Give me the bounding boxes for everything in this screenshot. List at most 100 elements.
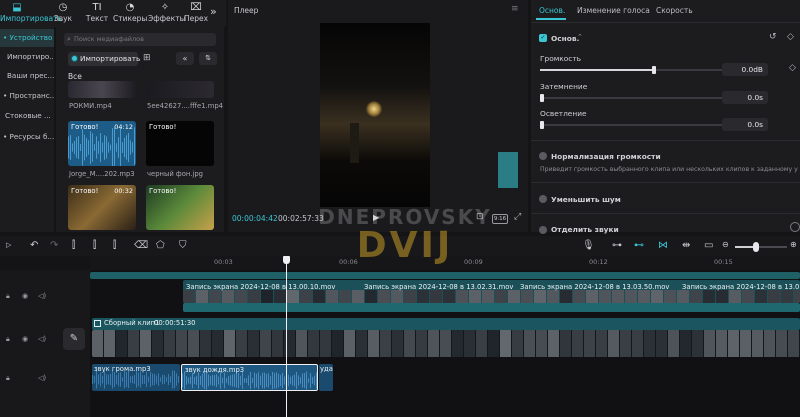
auto-snap-icon[interactable]: ⋈	[658, 240, 668, 251]
compound-clip-frames[interactable]	[92, 330, 800, 357]
fadeout-slider[interactable]	[540, 124, 737, 126]
wave-bar	[96, 370, 97, 389]
pointer-tool-icon[interactable]: ▷	[6, 241, 11, 249]
tab-import[interactable]: ⬓ Импортировать	[0, 2, 62, 23]
fadeout-value[interactable]: 0.0s	[722, 118, 768, 131]
zoom-knob[interactable]	[753, 242, 759, 252]
cover-edit-button[interactable]: ✎	[63, 328, 85, 350]
help-icon[interactable]	[790, 222, 800, 232]
tab-stickers[interactable]: ◔ Стикеры	[113, 2, 147, 23]
wave-bar	[264, 372, 265, 389]
media-thumb[interactable]	[68, 81, 136, 98]
fadein-value[interactable]: 0.0s	[722, 91, 768, 104]
eye-icon[interactable]: ◉	[22, 292, 28, 300]
fadein-knob[interactable]	[540, 94, 544, 102]
mute-icon[interactable]: ◁)	[38, 335, 46, 343]
tab-text[interactable]: TI Текст	[80, 2, 114, 23]
zoom-slider[interactable]	[735, 246, 787, 248]
sidebar-item-device[interactable]: • Устройство	[0, 29, 54, 47]
media-thumb-audio[interactable]: Готово! 04:12	[68, 121, 136, 166]
lock-icon[interactable]: 🔒︎	[6, 374, 10, 383]
tab-sound[interactable]: ◷ Звук	[46, 2, 80, 23]
sidebar-item-stock[interactable]: Стоковые ...	[0, 107, 54, 125]
fadeout-knob[interactable]	[540, 121, 544, 129]
mark-icon[interactable]: ⬠	[156, 240, 165, 251]
undo-icon[interactable]: ↶	[30, 240, 38, 251]
play-button[interactable]: ▶	[373, 213, 379, 222]
collapse-button[interactable]: «	[176, 52, 194, 65]
fadein-slider[interactable]	[540, 97, 737, 99]
more-tabs-button[interactable]: »	[210, 5, 217, 18]
lock-icon[interactable]: 🔒︎	[6, 292, 10, 301]
sidebar-item-resources[interactable]: • Ресурсы б...	[0, 128, 54, 146]
link-icon[interactable]: ⊶	[612, 240, 622, 251]
volume-slider[interactable]	[540, 69, 737, 71]
grid-view-icon[interactable]: ⊞	[143, 53, 151, 63]
aspect-ratio-button[interactable]: 9:16	[492, 214, 508, 224]
wave-bar	[276, 372, 277, 389]
split-icon[interactable]: ⫿	[72, 240, 75, 251]
chevron-up-icon[interactable]: ⌃	[577, 33, 583, 41]
frame-thumb	[742, 290, 754, 303]
normalize-toggle[interactable]	[539, 152, 547, 160]
delete-icon[interactable]: ⌫	[134, 240, 148, 251]
playhead-handle[interactable]	[283, 256, 290, 264]
keyframe-icon[interactable]: ◇	[787, 32, 794, 42]
sidebar-item-imported[interactable]: Импортиро...	[0, 48, 54, 66]
compound-frames	[92, 330, 799, 357]
denoise-toggle[interactable]	[539, 195, 547, 203]
mute-icon[interactable]: ◁)	[38, 374, 46, 382]
lock-icon[interactable]: 🔒︎	[6, 335, 10, 344]
media-thumb[interactable]	[146, 81, 214, 98]
basic-checkbox[interactable]: ✓	[539, 34, 547, 42]
compound-clip-header[interactable]: Сборный клип1 00:00:51:30	[92, 318, 800, 330]
redo-icon[interactable]: ↷	[50, 240, 58, 251]
sidebar-item-space[interactable]: • Пространс...	[0, 87, 54, 105]
video-preview[interactable]	[320, 23, 430, 207]
media-thumb[interactable]: Готово! 00:32	[68, 185, 136, 230]
preview-axis-icon[interactable]: ⇹	[682, 240, 690, 251]
frame-thumb	[521, 290, 533, 303]
frame-thumb	[452, 330, 463, 357]
timeline-ruler[interactable]	[90, 256, 800, 270]
separate-toggle[interactable]	[539, 226, 547, 234]
expand-icon[interactable]: ⤢	[514, 212, 521, 222]
wave-bar	[294, 374, 295, 387]
volume-value[interactable]: 0.0dB	[722, 63, 768, 76]
keyframe-icon[interactable]: ◇	[789, 63, 796, 73]
audio-clip-label: звук дождя.mp3	[185, 366, 245, 374]
eye-icon[interactable]: ◉	[22, 335, 28, 343]
split-right-icon[interactable]: ⫿	[113, 240, 116, 251]
media-search-input[interactable]: ⌕ Поиск медиафайлов	[64, 33, 216, 46]
split-left-icon[interactable]: ⫿	[93, 240, 96, 251]
volume-knob[interactable]	[652, 66, 657, 74]
audio-clip[interactable]: удар	[319, 364, 333, 391]
tab-speed[interactable]: Скорость	[656, 6, 693, 15]
sort-icon[interactable]: ⇅	[199, 52, 217, 65]
zoom-out-icon[interactable]: ⊖	[722, 240, 729, 249]
audio-clip-selected[interactable]: звук дождя.mp3	[181, 364, 318, 391]
mute-icon[interactable]: ◁)	[38, 292, 46, 300]
audio-clip[interactable]: звук грома.mp3	[92, 364, 180, 391]
shield-icon[interactable]: ⛉	[179, 240, 187, 251]
sidebar-item-presets[interactable]: Ваши прес...	[0, 67, 54, 85]
player-menu-icon[interactable]: ≡	[511, 4, 519, 14]
tab-basic[interactable]: Основ.	[539, 6, 565, 15]
playhead[interactable]	[286, 256, 287, 417]
import-button[interactable]: Импортировать	[68, 52, 140, 66]
fullscreen-icon[interactable]: ⊡	[476, 212, 484, 222]
divider	[531, 182, 800, 183]
tab-transitions[interactable]: ⌧ Перех	[183, 2, 209, 23]
media-thumb[interactable]: Готово!	[146, 121, 214, 166]
wave-bar	[300, 377, 301, 384]
microphone-icon[interactable]: 🎙	[582, 240, 595, 251]
wave-bar	[74, 140, 75, 155]
tab-effects[interactable]: ✧ Эффекты	[148, 2, 186, 23]
tab-voice-change[interactable]: Изменение голоса	[577, 6, 650, 15]
frame-thumb	[140, 330, 151, 357]
zoom-in-icon[interactable]: ⊕	[790, 240, 797, 249]
reset-icon[interactable]: ↺	[769, 32, 777, 42]
magnet-icon[interactable]: ⊷	[634, 240, 644, 251]
monitor-icon[interactable]: ▭	[704, 240, 713, 251]
media-thumb[interactable]: Готово!	[146, 185, 214, 230]
